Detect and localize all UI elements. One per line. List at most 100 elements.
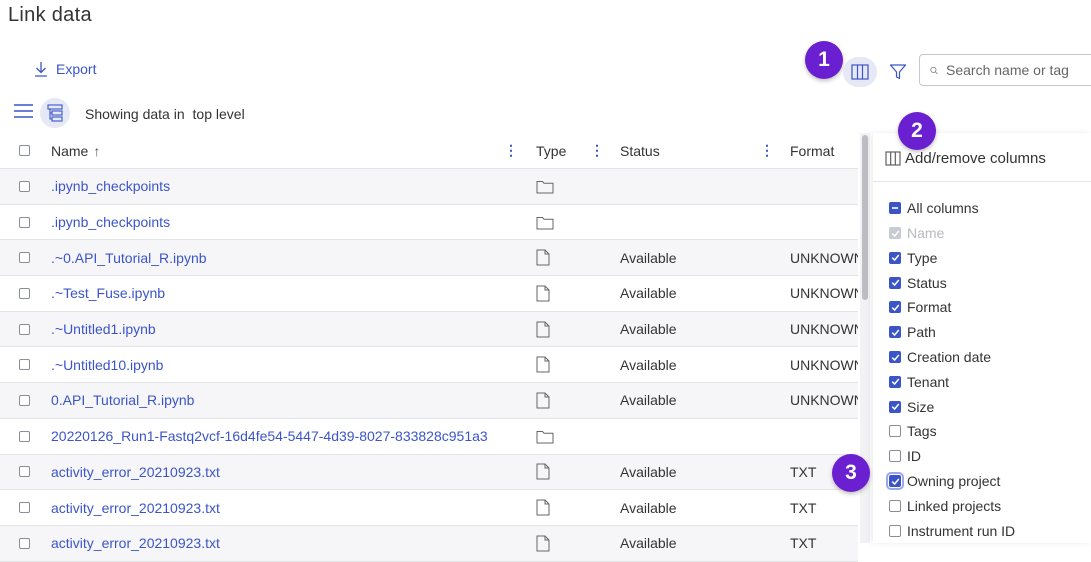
step-marker-3: 3 [832, 454, 870, 492]
status-text: Available [620, 499, 677, 516]
table-row[interactable]: .~Untitled10.ipynb Available UNKNOWN [0, 347, 858, 384]
column-menu-icon[interactable]: ⋮ [590, 133, 604, 168]
row-checkbox[interactable] [19, 394, 30, 406]
option-checkbox[interactable] [886, 472, 904, 490]
all-columns-option[interactable]: All columns [889, 200, 979, 216]
row-checkbox[interactable] [19, 537, 30, 549]
option-label: Name [907, 225, 945, 241]
format-text: UNKNOWN [790, 356, 858, 373]
file-icon [536, 463, 550, 480]
column-menu-icon[interactable]: ⋮ [504, 133, 518, 168]
item-name-link[interactable]: 0.API_Tutorial_R.ipynb [51, 392, 194, 408]
column-header-status[interactable]: Status [620, 133, 760, 168]
item-name-link[interactable]: 20220126_Run1-Fastq2vcf-16d4fe54-5447-4d… [51, 428, 488, 444]
option-checkbox[interactable] [889, 251, 901, 264]
option-checkbox[interactable] [889, 351, 901, 363]
row-checkbox[interactable] [19, 216, 30, 228]
search-field[interactable] [919, 54, 1091, 86]
column-option-format[interactable]: Format [889, 299, 951, 315]
item-name-link[interactable]: .~Test_Fuse.ipynb [51, 285, 165, 301]
row-checkbox[interactable] [19, 180, 30, 192]
format-text: TXT [790, 535, 817, 552]
column-option-status[interactable]: Status [889, 275, 947, 291]
columns-panel: Add/remove columns All columns Name Type S… [873, 133, 1091, 543]
status-text: Available [620, 463, 677, 480]
row-checkbox[interactable] [19, 252, 30, 264]
column-option-instrument-run-id[interactable]: Instrument run ID [889, 523, 1015, 539]
option-label: Linked projects [907, 497, 1002, 514]
type-cell [536, 169, 576, 204]
column-option-creation-date[interactable]: Creation date [889, 349, 991, 365]
table-row[interactable]: .ipynb_checkpoints [0, 205, 858, 241]
column-option-owning-project[interactable]: Owning project [886, 472, 1000, 490]
table-row[interactable]: .~Test_Fuse.ipynb Available UNKNOWN [0, 276, 858, 312]
search-input[interactable] [944, 61, 1091, 79]
table-row[interactable]: activity_error_20210923.txt Available TXT [0, 490, 858, 526]
format-text: UNKNOWN [790, 392, 858, 409]
item-name-link[interactable]: activity_error_20210923.txt [51, 535, 220, 551]
option-checkbox[interactable] [889, 326, 901, 339]
column-option-tags[interactable]: Tags [889, 423, 937, 439]
column-option-type[interactable]: Type [889, 250, 937, 266]
option-label: Path [907, 324, 936, 341]
column-menu-icon[interactable]: ⋮ [760, 133, 774, 168]
export-button[interactable]: Export [34, 61, 96, 77]
item-name-link[interactable]: activity_error_20210923.txt [51, 464, 220, 480]
table-row[interactable]: 0.API_Tutorial_R.ipynb Available UNKNOWN [0, 383, 858, 419]
column-header-name[interactable]: Name ↑ [51, 133, 521, 168]
tree-view-button[interactable] [40, 98, 70, 128]
option-checkbox[interactable] [889, 450, 901, 463]
row-checkbox[interactable] [19, 466, 30, 478]
table-row[interactable]: activity_error_20210923.txt Available TXT [0, 525, 858, 562]
item-name-link[interactable]: .~Untitled10.ipynb [51, 357, 163, 373]
folder-icon [536, 216, 554, 230]
column-option-path[interactable]: Path [889, 324, 936, 340]
option-checkbox[interactable] [889, 400, 901, 413]
item-name-link[interactable]: .~0.API_Tutorial_R.ipynb [51, 250, 207, 266]
status-text: Available [620, 535, 677, 552]
option-checkbox[interactable] [889, 425, 901, 438]
table-row[interactable]: .~Untitled1.ipynb Available UNKNOWN [0, 311, 858, 348]
indeterminate-checkbox[interactable] [889, 202, 901, 214]
option-label: Size [907, 398, 935, 415]
option-label: Tags [907, 423, 937, 440]
option-checkbox[interactable] [889, 375, 901, 388]
table-row[interactable]: activity_error_20210923.txt Available TXT [0, 454, 858, 491]
item-name-link[interactable]: activity_error_20210923.txt [51, 500, 220, 516]
column-option-size[interactable]: Size [889, 399, 934, 415]
menu-toggle-button[interactable] [14, 103, 33, 124]
item-name-link[interactable]: .ipynb_checkpoints [51, 178, 170, 194]
file-icon [536, 356, 550, 373]
format-text: TXT [790, 499, 817, 516]
column-option-id[interactable]: ID [889, 448, 921, 464]
file-icon [536, 285, 550, 302]
column-header-format[interactable]: Format [790, 133, 858, 168]
type-cell [536, 205, 576, 240]
option-checkbox[interactable] [889, 276, 901, 289]
row-checkbox[interactable] [19, 323, 30, 335]
row-checkbox[interactable] [19, 287, 30, 299]
row-checkbox[interactable] [19, 430, 30, 442]
option-checkbox[interactable] [889, 301, 901, 314]
select-all-checkbox[interactable] [19, 145, 30, 156]
table-row[interactable]: .~0.API_Tutorial_R.ipynb Available UNKNOWN [0, 240, 858, 277]
row-checkbox[interactable] [19, 502, 30, 514]
item-name-link[interactable]: .ipynb_checkpoints [51, 214, 170, 230]
option-checkbox[interactable] [889, 524, 901, 537]
item-name-link[interactable]: .~Untitled1.ipynb [51, 321, 156, 337]
option-checkbox[interactable] [889, 499, 901, 512]
column-settings-button[interactable] [843, 57, 877, 87]
filter-button[interactable] [885, 60, 911, 84]
column-header-type[interactable]: Type [536, 133, 576, 168]
type-cell [536, 526, 576, 561]
column-option-linked-projects[interactable]: Linked projects [889, 498, 1001, 514]
table-row[interactable]: 20220126_Run1-Fastq2vcf-16d4fe54-5447-4d… [0, 419, 858, 455]
status-text: Available [620, 249, 677, 266]
download-icon [35, 62, 47, 77]
column-option-tenant[interactable]: Tenant [889, 374, 949, 390]
scrollbar-thumb[interactable] [862, 135, 868, 300]
table-row[interactable]: .ipynb_checkpoints [0, 169, 858, 205]
row-checkbox[interactable] [19, 359, 30, 371]
export-label: Export [56, 61, 97, 77]
file-icon [536, 535, 550, 552]
